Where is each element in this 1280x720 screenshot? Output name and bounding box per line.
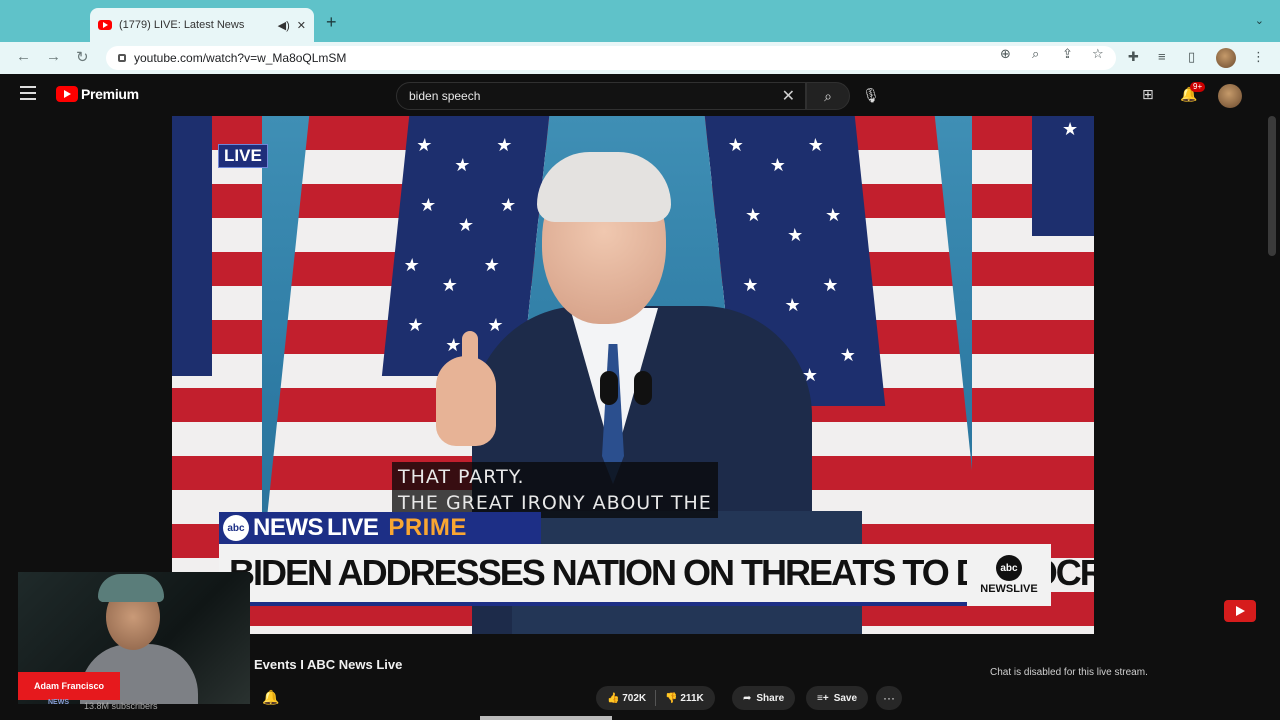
youtube-account-avatar[interactable] — [1218, 84, 1242, 108]
podium-microphones — [600, 371, 654, 471]
browser-tab-active[interactable]: (1779) LIVE: Latest News ◀) ✕ — [90, 8, 314, 42]
dislike-button[interactable]: 👎 211K — [665, 693, 704, 704]
tab-close-button[interactable]: ✕ — [297, 19, 306, 32]
speaker-icon[interactable]: ◀) — [278, 19, 290, 32]
hamburger-menu-icon[interactable] — [20, 86, 36, 100]
youtube-premium-logo[interactable]: Premium — [56, 86, 139, 102]
url-omnibox[interactable]: youtube.com/watch?v=w_Ma8oQLmSM — [106, 46, 1116, 70]
like-count: 702K — [622, 692, 647, 704]
youtube-overlay-logo-icon — [1224, 600, 1256, 622]
install-app-icon[interactable]: ⊕ — [1000, 46, 1011, 62]
side-panel-icon[interactable]: ▯ — [1188, 49, 1195, 65]
reload-icon[interactable]: ↻ — [76, 48, 89, 66]
save-button[interactable]: ≡+ Save — [806, 686, 869, 710]
share-button[interactable]: ➦ Share — [732, 686, 796, 710]
notification-count-badge: 9+ — [1190, 82, 1206, 92]
browser-tab-bar: (1779) LIVE: Latest News ◀) ✕ + ⌄ — [0, 0, 1280, 42]
streamer-cap — [98, 574, 164, 602]
lower-third-headline: BIDEN ADDRESSES NATION ON THREATS TO DEM… — [219, 544, 1094, 606]
video-player[interactable]: ★★★ ★★★ ★★★ ★★★ ★★★ ★★★ ★★★ ★★★ ★ LIVE T… — [172, 116, 1094, 634]
tab-title: (1779) LIVE: Latest News — [119, 19, 245, 31]
caption-line-1: THAT PARTY. — [398, 466, 525, 488]
like-dislike-pill: 👍 702K 👎 211K — [596, 686, 715, 710]
like-button[interactable]: 👍 702K — [607, 693, 646, 704]
live-badge: LIVE — [218, 144, 268, 168]
share-label: Share — [756, 692, 785, 704]
scroll-indicator — [480, 716, 612, 720]
speaker-hair — [537, 152, 671, 222]
subscriber-count: 13.8M subscribers — [84, 701, 158, 711]
browser-address-bar: ← → ↻ youtube.com/watch?v=w_Ma8oQLmSM ⊕ … — [0, 42, 1280, 74]
share-arrow-icon: ➦ — [743, 692, 752, 704]
forward-arrow-icon[interactable]: → — [46, 48, 61, 65]
youtube-logo-icon — [56, 86, 78, 102]
zoom-icon[interactable]: ⌕ — [1032, 46, 1039, 62]
abc-news-live-prime-bar: abc NEWS LIVE PRIME — [219, 512, 541, 544]
newsbar-prime: PRIME — [388, 514, 467, 541]
abc-news-live-corner-logo: abc NEWSLIVE — [967, 544, 1051, 606]
url-text: youtube.com/watch?v=w_Ma8oQLmSM — [134, 51, 347, 65]
youtube-favicon-icon — [98, 20, 112, 30]
search-button[interactable]: ⌕ — [806, 82, 850, 110]
page-scrollbar[interactable] — [1268, 116, 1276, 256]
search-input[interactable]: biden speech ✕ — [396, 82, 806, 110]
tab-search-chevron-icon[interactable]: ⌄ — [1255, 14, 1264, 27]
newsbar-live: LIVE — [327, 514, 379, 541]
save-playlist-icon: ≡+ — [817, 692, 829, 704]
headline-text: BIDEN ADDRESSES NATION ON THREATS TO DEM… — [229, 552, 1094, 593]
youtube-masthead: Premium biden speech ✕ ⌕ 🎙 ⊞ 🔔 9+ — [0, 74, 1280, 116]
dislike-count: 211K — [680, 692, 704, 704]
back-arrow-icon[interactable]: ← — [16, 48, 31, 65]
search-clear-icon[interactable]: ✕ — [782, 86, 805, 106]
closed-caption-box: THAT PARTY. THE GREAT IRONY ABOUT THE — [392, 462, 718, 518]
logo-text: Premium — [81, 86, 139, 102]
reading-list-icon[interactable]: ≡ — [1158, 49, 1166, 64]
newsbar-news: NEWS — [253, 514, 324, 541]
video-title: Events I ABC News Live — [254, 657, 403, 672]
corner-logo-text: NEWSLIVE — [980, 583, 1038, 595]
lock-icon — [118, 54, 126, 62]
thumbs-down-icon: 👎 — [665, 692, 678, 704]
create-video-icon[interactable]: ⊞ — [1142, 86, 1154, 103]
thumbs-up-icon: 👍 — [607, 692, 620, 704]
save-label: Save — [833, 692, 858, 704]
speaker-hand — [436, 356, 496, 446]
more-actions-button[interactable]: ··· — [876, 686, 902, 710]
voice-search-mic-icon[interactable]: 🎙 — [860, 84, 882, 106]
share-page-icon[interactable]: ⇪ — [1062, 46, 1073, 62]
extensions-puzzle-icon[interactable]: ✚ — [1128, 49, 1139, 65]
abc-corner-logo-icon: abc — [996, 555, 1022, 581]
search-icon: ⌕ — [824, 87, 832, 104]
subscribe-bell-icon[interactable]: 🔔 — [262, 689, 279, 706]
bookmark-star-icon[interactable]: ☆ — [1092, 46, 1104, 62]
search-query-text: biden speech — [409, 89, 481, 103]
browser-menu-icon[interactable]: ⋮ — [1252, 49, 1265, 65]
new-tab-button[interactable]: + — [326, 12, 337, 32]
browser-profile-avatar[interactable] — [1216, 48, 1236, 68]
channel-avatar-mini[interactable]: NEWS — [48, 699, 69, 706]
chat-disabled-note: Chat is disabled for this live stream. — [990, 667, 1148, 678]
streamer-name-tag: Adam Francisco — [18, 672, 120, 700]
abc-logo-icon: abc — [223, 515, 249, 541]
